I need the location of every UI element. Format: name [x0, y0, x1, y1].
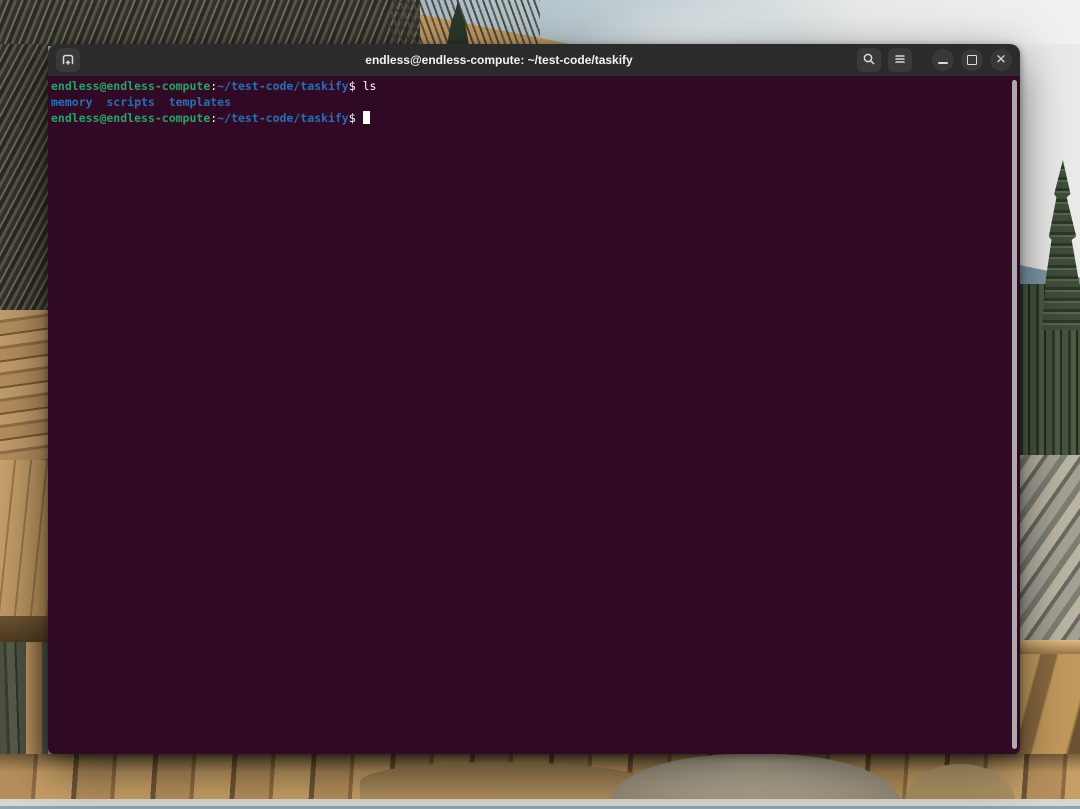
scrollbar[interactable]	[1012, 80, 1017, 749]
wallpaper-left-plank-grain	[0, 460, 48, 616]
window-title: endless@endless-compute: ~/test-code/tas…	[148, 53, 850, 67]
new-tab-icon	[60, 51, 76, 70]
maximize-icon	[967, 55, 977, 65]
terminal-line-output: memory scripts templates	[51, 95, 1010, 111]
wallpaper-twigs	[0, 0, 420, 46]
minimize-icon	[938, 62, 948, 64]
ls-output-directories: memory scripts templates	[51, 95, 231, 109]
close-button[interactable]: ✕	[990, 49, 1012, 71]
new-tab-button[interactable]	[56, 48, 80, 72]
prompt-path: ~/test-code/taskify	[217, 111, 349, 125]
terminal-line-prompt-1: endless@endless-compute:~/test-code/task…	[51, 79, 1010, 95]
prompt-user-host: endless@endless-compute	[51, 111, 210, 125]
titlebar[interactable]: endless@endless-compute: ~/test-code/tas…	[48, 44, 1020, 76]
command-text: ls	[363, 79, 377, 93]
terminal-line-prompt-2: endless@endless-compute:~/test-code/task…	[51, 111, 1010, 127]
terminal-screen[interactable]: endless@endless-compute:~/test-code/task…	[48, 76, 1020, 754]
minimize-button[interactable]	[932, 49, 954, 71]
search-icon	[861, 51, 877, 70]
terminal-cursor	[363, 111, 370, 124]
maximize-button[interactable]	[961, 49, 983, 71]
close-icon: ✕	[996, 53, 1007, 66]
wallpaper-floor-strip	[0, 799, 1080, 806]
prompt-path: ~/test-code/taskify	[217, 79, 349, 93]
wallpaper-left-shingles	[0, 310, 48, 460]
menu-button[interactable]	[888, 48, 912, 72]
hamburger-icon	[892, 51, 908, 70]
prompt-symbol: $	[349, 79, 363, 93]
wallpaper-left-post	[26, 642, 42, 772]
wallpaper-left-beam	[0, 616, 48, 642]
search-button[interactable]	[857, 48, 881, 72]
wallpaper-left-twigs	[0, 44, 48, 310]
prompt-symbol: $	[349, 111, 363, 125]
prompt-user-host: endless@endless-compute	[51, 79, 210, 93]
terminal-window: endless@endless-compute: ~/test-code/tas…	[48, 44, 1020, 754]
